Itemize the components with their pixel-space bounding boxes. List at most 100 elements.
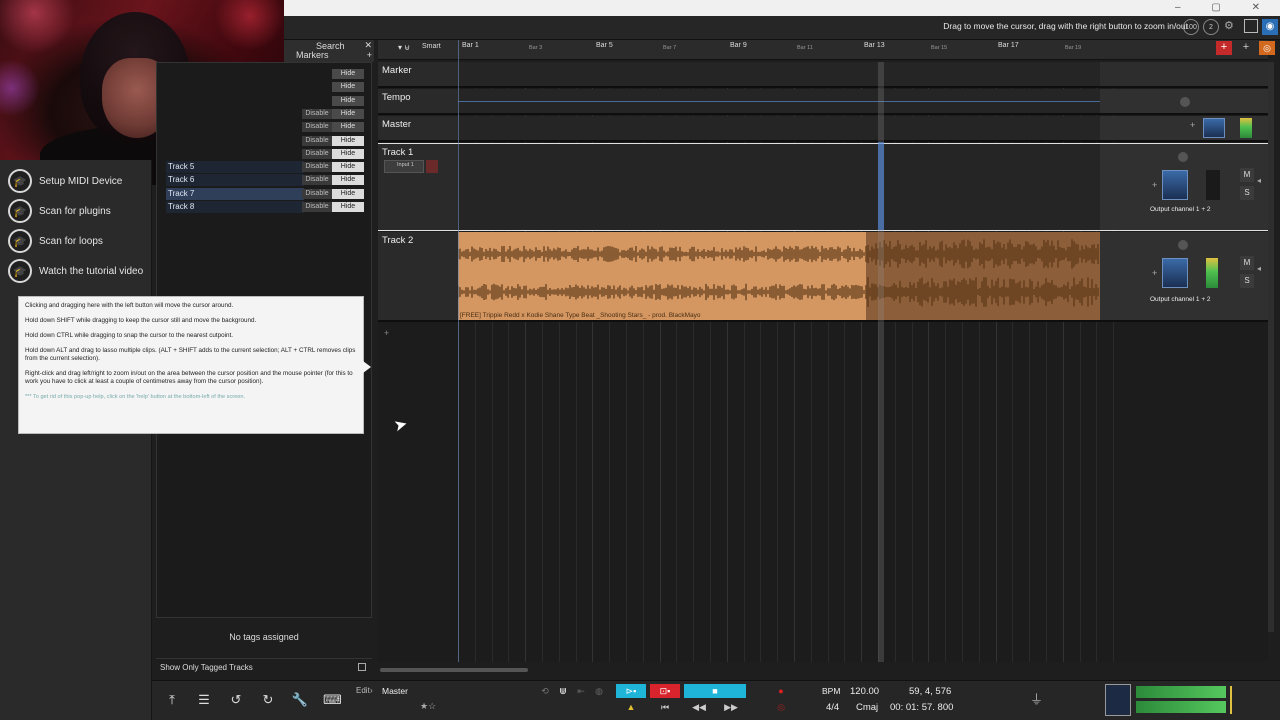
track-list-name[interactable]: Track 8	[166, 201, 304, 213]
disable-button[interactable]: Disable	[302, 148, 332, 159]
record-mode-button[interactable]: ⊡▪	[650, 684, 680, 698]
speaker-icon[interactable]: ◂	[1257, 176, 1261, 185]
star-icon[interactable]: ★☆	[420, 701, 436, 712]
fast-forward-button[interactable]: ▶▶	[718, 700, 744, 714]
hide-button[interactable]: Hide	[332, 108, 364, 119]
disable-button[interactable]: Disable	[302, 175, 332, 186]
disable-button[interactable]: Disable	[302, 108, 332, 119]
track-list-name[interactable]	[166, 148, 304, 160]
track-list-name[interactable]	[166, 135, 304, 147]
hide-button[interactable]: Hide	[332, 122, 364, 133]
disable-button[interactable]: Disable	[302, 188, 332, 199]
track-list-name[interactable]	[166, 108, 304, 120]
track-list-name[interactable]	[166, 81, 304, 93]
hide-button[interactable]: Hide	[332, 162, 364, 173]
disable-button[interactable]: Disable	[302, 122, 332, 133]
setup-midi-device-button[interactable]: 🎓 Setup MIDI Device	[8, 168, 122, 194]
hide-button[interactable]: Hide	[332, 135, 364, 146]
hide-button[interactable]: Hide	[332, 188, 364, 199]
audio-clip[interactable]: [FREE] Trippie Redd x Kodie Shane Type B…	[458, 232, 1100, 320]
record-button[interactable]: ●	[766, 684, 796, 698]
plug-icon[interactable]: ⏚	[1030, 689, 1043, 708]
track-list-row[interactable]: Disable Hide	[166, 121, 366, 133]
track-list-row[interactable]: Track 8 Disable Hide	[166, 201, 366, 213]
midi-button[interactable]: ⊳▪	[616, 684, 646, 698]
loop-icon[interactable]: ◎	[1259, 41, 1275, 55]
snap-icon[interactable]: ▾ ⊌	[398, 43, 410, 52]
solo-button[interactable]: S	[1240, 186, 1254, 200]
mute-button[interactable]: M	[1240, 256, 1254, 270]
track-list-row[interactable]: Disable Hide	[166, 108, 366, 120]
mute-button[interactable]: M	[1240, 168, 1254, 182]
position-readout[interactable]: 59, 4, 576	[909, 686, 951, 697]
track-list-row[interactable]: Track 5 Disable Hide	[166, 161, 366, 174]
hide-button[interactable]: Hide	[332, 175, 364, 186]
record-arm-button[interactable]	[426, 160, 438, 173]
counter-badge[interactable]: 2	[1203, 19, 1219, 35]
window-controls[interactable]: – ▢ ✕	[1175, 2, 1274, 13]
rewind-start-button[interactable]: ⏮	[652, 700, 678, 714]
scan-plugins-button[interactable]: 🎓 Scan for plugins	[8, 198, 111, 224]
timeline-ruler[interactable]: ▾ ⊌ Smart	[378, 40, 1268, 60]
track-list-name[interactable]	[166, 68, 304, 80]
track-list-row[interactable]: Hide	[166, 68, 366, 80]
vertical-scrollbar[interactable]	[1268, 62, 1274, 632]
edit-target[interactable]: Master	[382, 686, 408, 696]
tempo-track[interactable]: Tempo	[378, 89, 1268, 115]
hide-button[interactable]: Hide	[332, 148, 364, 159]
scan-loops-button[interactable]: 🎓 Scan for loops	[8, 228, 103, 254]
tutorial-video-button[interactable]: 🎓 Watch the tutorial video	[8, 258, 143, 284]
plus-icon[interactable]: +	[1238, 41, 1254, 55]
track-list-name[interactable]: Track 7	[166, 187, 304, 200]
disable-button[interactable]: Disable	[302, 135, 332, 146]
keyboard-icon[interactable]: ⌨	[323, 692, 342, 708]
show-tagged-toggle[interactable]: Show Only Tagged Tracks	[156, 658, 372, 674]
tracks-area[interactable]: Marker Tempo Master + Track 1 Input 1 + …	[378, 62, 1268, 662]
track-1[interactable]: Track 1 Input 1 + M S ◂ Output channel 1…	[378, 143, 1268, 231]
wrench-icon[interactable]: 🔧	[291, 692, 309, 708]
master-track[interactable]: Master +	[378, 116, 1268, 142]
horizontal-scrollbar[interactable]	[380, 668, 528, 672]
gear-icon[interactable]: ⚙	[1224, 19, 1238, 33]
zoom-badge[interactable]: 100	[1183, 19, 1199, 35]
track-list-name[interactable]: Track 6	[166, 174, 304, 187]
output-label[interactable]: Output channel 1 + 2	[1150, 296, 1211, 303]
solo-button[interactable]: S	[1240, 274, 1254, 288]
track-list-row[interactable]: Disable Hide	[166, 135, 366, 147]
pan-knob[interactable]	[1178, 152, 1188, 162]
track-2[interactable]: Track 2 [FREE] Trippie Redd x Kodie Shan…	[378, 232, 1268, 322]
hide-button[interactable]: Hide	[332, 95, 364, 106]
track-list-name[interactable]	[166, 121, 304, 133]
track-list-row[interactable]: Hide	[166, 81, 366, 93]
disable-button[interactable]: Disable	[302, 202, 332, 212]
warning-icon[interactable]: ▲	[618, 700, 644, 714]
bpm-value[interactable]: 120.00	[850, 686, 879, 697]
master-fader[interactable]	[1203, 118, 1225, 138]
marker-track[interactable]: Marker	[378, 62, 1268, 88]
hide-button[interactable]: Hide	[332, 82, 364, 93]
rewind-button[interactable]: ◀◀	[686, 700, 712, 714]
plus-icon[interactable]: +	[1152, 180, 1157, 190]
stop-button[interactable]: ■	[684, 684, 746, 698]
fullscreen-icon[interactable]	[1244, 19, 1258, 33]
plus-icon[interactable]: +	[1152, 268, 1157, 278]
markers-tab[interactable]: Markers	[296, 50, 329, 60]
checkbox[interactable]	[358, 663, 366, 671]
pan-knob[interactable]	[1178, 240, 1188, 250]
mode-label[interactable]: Smart	[422, 43, 441, 50]
plus-icon[interactable]: +	[1190, 120, 1195, 130]
record-arm-icon[interactable]: ◎	[768, 700, 794, 714]
speaker-icon[interactable]: ◂	[1257, 264, 1261, 273]
time-signature[interactable]: 4/4	[826, 702, 839, 713]
redo-icon[interactable]: ↻	[259, 692, 277, 708]
track-list-row[interactable]: Disable Hide	[166, 148, 366, 160]
output-label[interactable]: Output channel 1 + 2	[1150, 206, 1211, 213]
input-selector[interactable]: Input 1	[384, 160, 424, 173]
track-list-row[interactable]: Track 7 Disable Hide	[166, 187, 366, 200]
playback-cursor[interactable]	[878, 62, 884, 662]
export-icon[interactable]: ⤒	[163, 692, 181, 708]
track-1-fader[interactable]	[1162, 170, 1188, 200]
track-list-row[interactable]: Track 6 Disable Hide	[166, 174, 366, 187]
key-signature[interactable]: Cmaj	[856, 702, 878, 713]
undo-icon[interactable]: ↺	[227, 692, 245, 708]
